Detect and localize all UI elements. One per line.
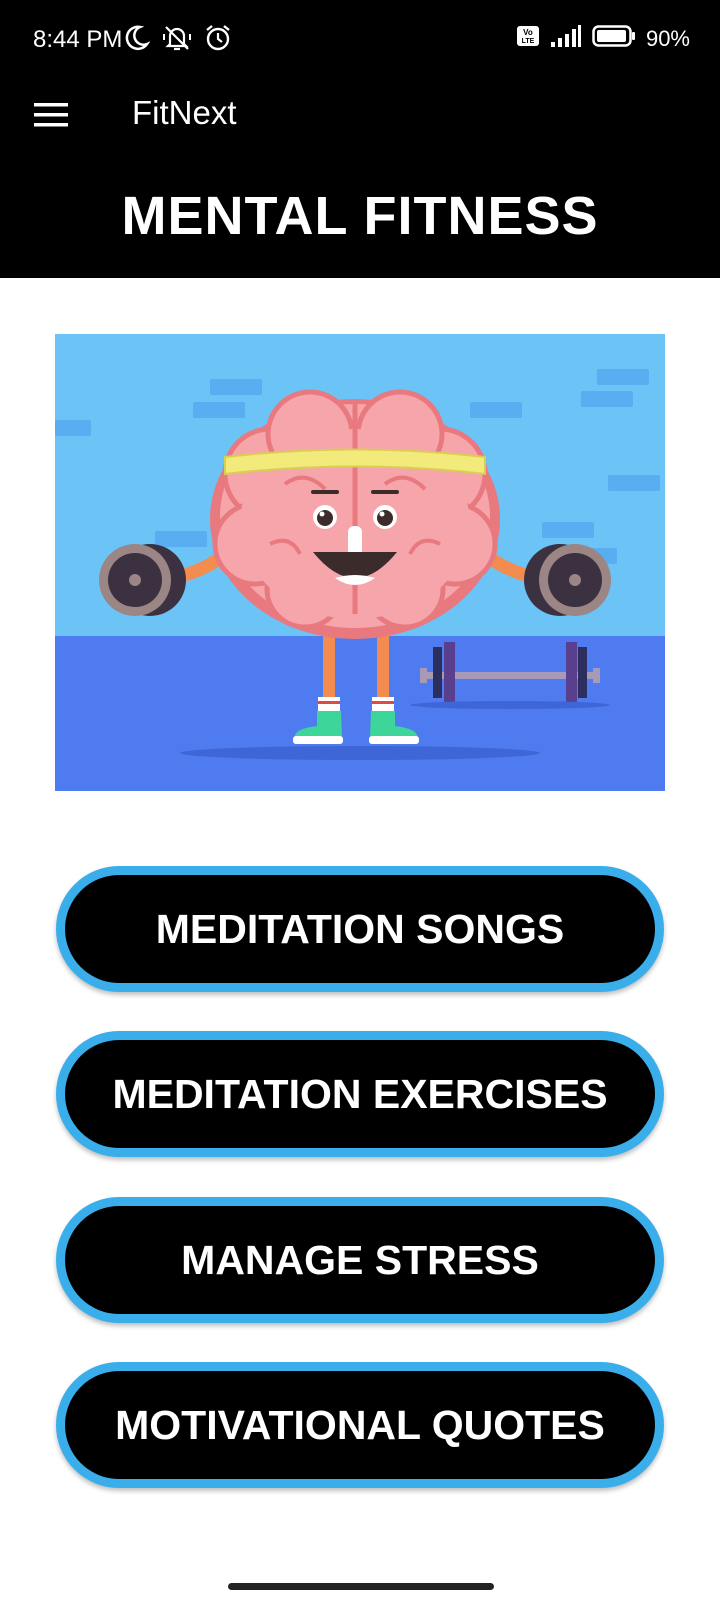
status-icons-right: Vo LTE 90% bbox=[516, 24, 690, 53]
svg-text:LTE: LTE bbox=[522, 38, 535, 45]
motivational-quotes-button[interactable]: MOTIVATIONAL QUOTES bbox=[56, 1362, 664, 1488]
app-title: FitNext bbox=[132, 94, 237, 131]
volte-icon: Vo LTE bbox=[516, 25, 540, 52]
alarm-icon bbox=[204, 24, 232, 57]
screen: 8:44 PM Vo LTE 90% FitNext MENTAL FITNES… bbox=[0, 0, 720, 1600]
meditation-songs-button[interactable]: MEDITATION SONGS bbox=[56, 866, 664, 992]
moon-icon bbox=[122, 24, 151, 57]
menu-button[interactable] bbox=[30, 96, 72, 138]
battery-icon bbox=[592, 24, 636, 53]
status-time: 8:44 PM bbox=[33, 26, 123, 53]
meditation-exercises-button[interactable]: MEDITATION EXERCISES bbox=[56, 1031, 664, 1157]
brain-workout-illustration bbox=[55, 334, 665, 791]
status-icons-left bbox=[122, 24, 232, 57]
signal-icon bbox=[550, 24, 582, 53]
status-bar: 8:44 PM Vo LTE 90% bbox=[0, 0, 720, 80]
app-toolbar: FitNext bbox=[0, 80, 720, 154]
header-band: MENTAL FITNESS bbox=[0, 154, 720, 278]
page-title: MENTAL FITNESS bbox=[121, 186, 599, 246]
manage-stress-button[interactable]: MANAGE STRESS bbox=[56, 1197, 664, 1323]
notifications-off-icon bbox=[162, 24, 192, 57]
svg-text:Vo: Vo bbox=[523, 28, 533, 37]
hero-illustration bbox=[55, 334, 665, 791]
home-indicator[interactable] bbox=[228, 1583, 494, 1590]
battery-percentage: 90% bbox=[645, 25, 690, 51]
hamburger-menu-icon bbox=[33, 101, 69, 134]
